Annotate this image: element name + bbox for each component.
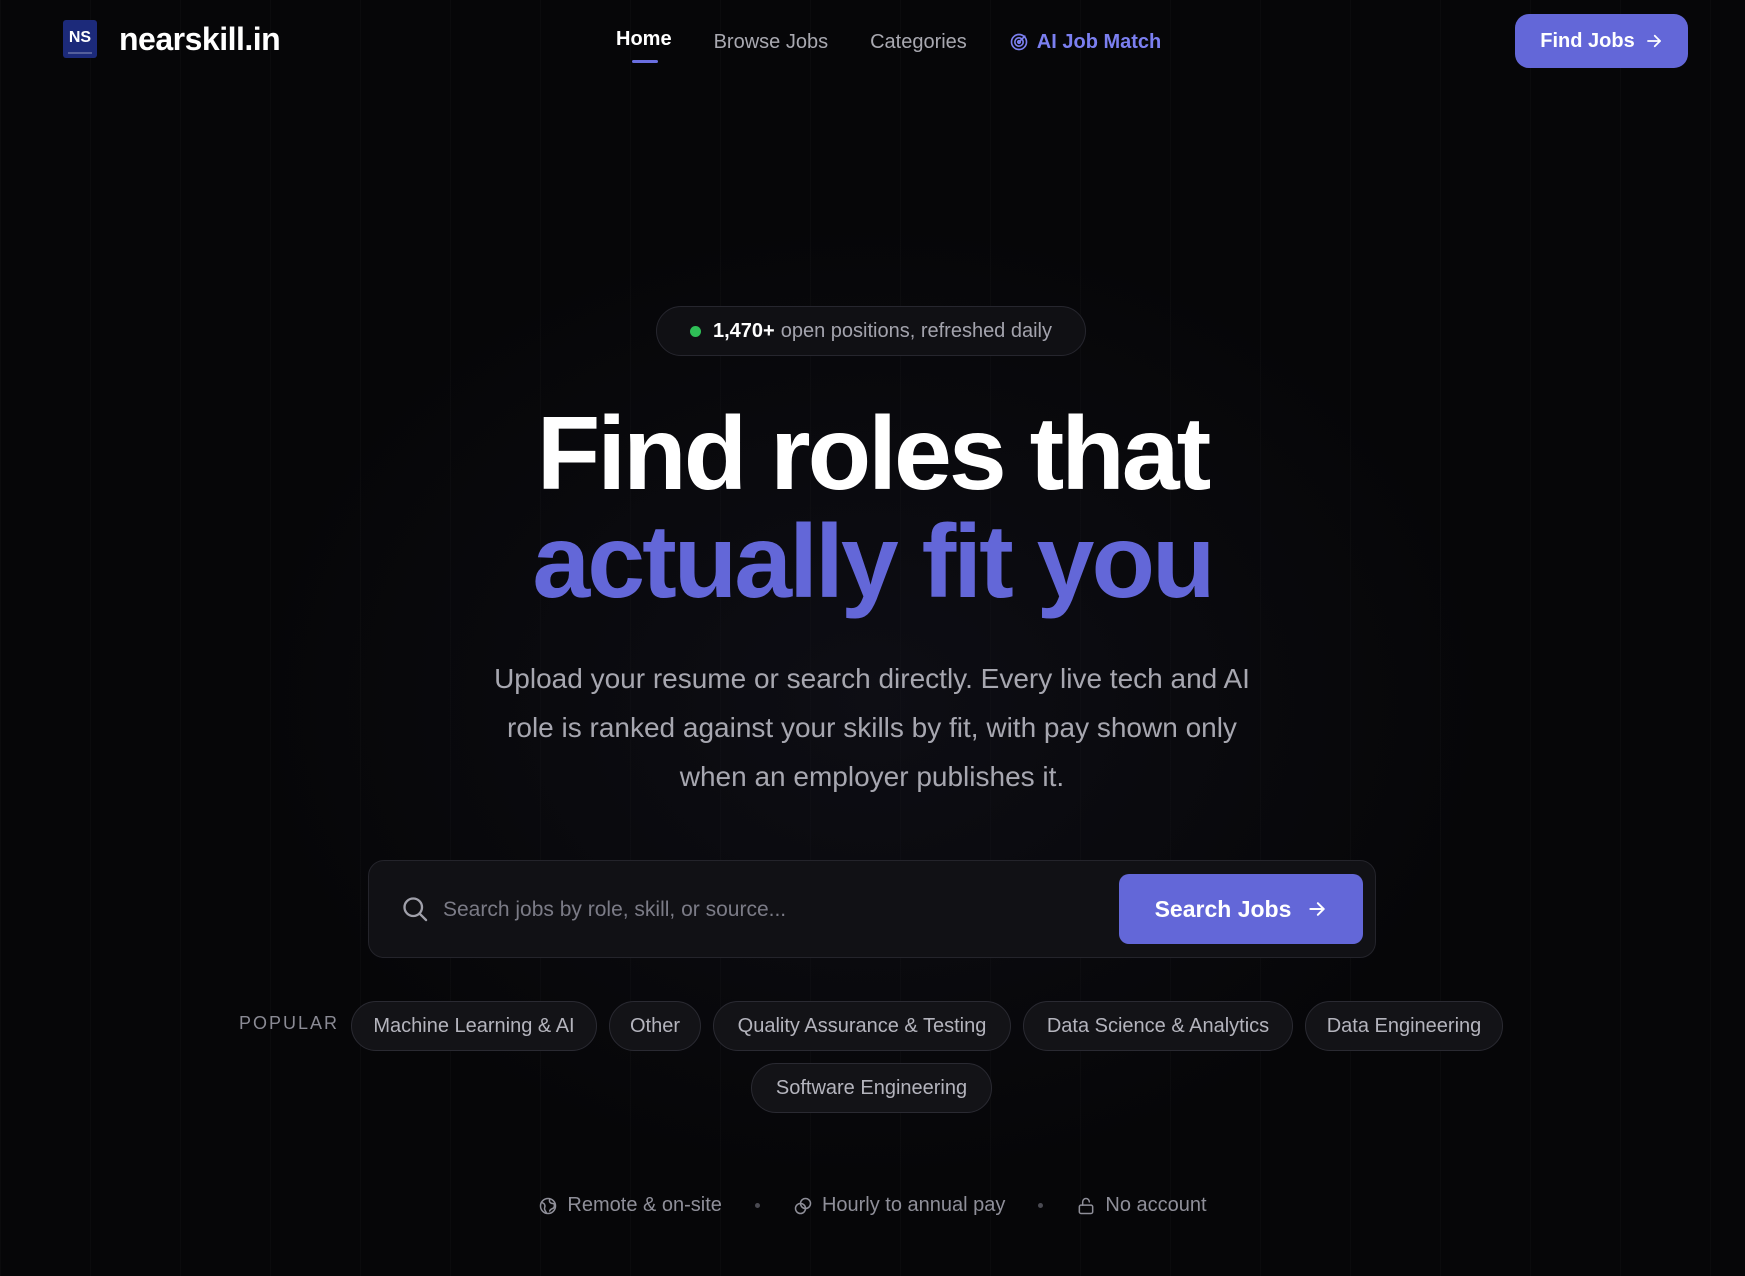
search-input[interactable]	[441, 885, 1095, 935]
feature-label: Hourly to annual pay	[821, 1194, 1006, 1216]
hero-subtitle: Upload your resume or search directly. E…	[494, 663, 1250, 792]
feature-item: Remote & on-site	[538, 1194, 722, 1217]
popular-chip[interactable]: Data Science & Analytics	[1023, 1001, 1293, 1051]
popular-chip[interactable]: Other	[609, 1001, 701, 1051]
search-jobs-button[interactable]: Search Jobs	[1119, 874, 1363, 944]
brand-logo-text: NS	[68, 29, 92, 46]
open-positions-text: open positions, refreshed daily	[780, 319, 1052, 342]
nav-link-home[interactable]: Home	[616, 28, 672, 63]
feature-list: Remote & on-site Hourly to annual pay No…	[0, 1194, 1745, 1217]
feature-item: No account	[1076, 1194, 1207, 1217]
nav-link-categories[interactable]: Categories	[870, 31, 967, 54]
hero-headline: Find roles that actually fit you	[0, 400, 1745, 616]
separator-dot	[1038, 1203, 1044, 1208]
target-icon	[1010, 33, 1028, 51]
find-jobs-button[interactable]: Find Jobs	[1515, 14, 1688, 68]
popular-label: POPULAR	[239, 1013, 340, 1033]
nav-links: Home Browse Jobs Categories AI Job Match	[616, 24, 1161, 63]
globe-icon	[540, 1197, 557, 1214]
popular-chip[interactable]: Machine Learning & AI	[351, 1001, 597, 1051]
arrow-right-icon	[1646, 34, 1661, 48]
live-status-dot	[689, 325, 701, 337]
brand-name: nearskill.in	[119, 20, 281, 57]
hero-headline-line2: actually fit you	[532, 504, 1215, 620]
separator-dot	[754, 1203, 760, 1208]
coins-icon	[794, 1197, 812, 1214]
lock-open-icon	[1078, 1197, 1094, 1214]
nav-link-ai-job-match[interactable]: AI Job Match	[1009, 31, 1161, 54]
nav-link-ai-job-match-label: AI Job Match	[1036, 30, 1162, 53]
search-icon	[403, 897, 428, 922]
open-positions-badge: 1,470+ open positions, refreshed daily	[656, 306, 1086, 356]
landing-page: NS nearskill.in Home Browse Jobs Categor…	[0, 0, 1745, 1276]
find-jobs-button-label: Find Jobs	[1540, 29, 1635, 52]
brand-logo: NS	[63, 20, 97, 58]
brand[interactable]: NS nearskill.in	[63, 20, 281, 58]
arrow-right-icon	[1309, 902, 1326, 916]
feature-item: Hourly to annual pay	[793, 1194, 1005, 1217]
job-search-bar: Search Jobs	[368, 860, 1376, 958]
open-positions-count: 1,470+	[712, 319, 775, 342]
popular-chip[interactable]: Quality Assurance & Testing	[713, 1001, 1011, 1051]
nav-link-browse-jobs[interactable]: Browse Jobs	[714, 31, 829, 54]
search-jobs-button-label: Search Jobs	[1154, 895, 1292, 922]
popular-chip[interactable]: Software Engineering	[751, 1063, 992, 1113]
hero-headline-line1: Find roles that	[536, 396, 1211, 512]
feature-label: No account	[1105, 1194, 1207, 1216]
top-nav: NS nearskill.in Home Browse Jobs Categor…	[0, 0, 1745, 82]
feature-label: Remote & on-site	[567, 1194, 722, 1216]
popular-chip[interactable]: Data Engineering	[1305, 1001, 1503, 1051]
